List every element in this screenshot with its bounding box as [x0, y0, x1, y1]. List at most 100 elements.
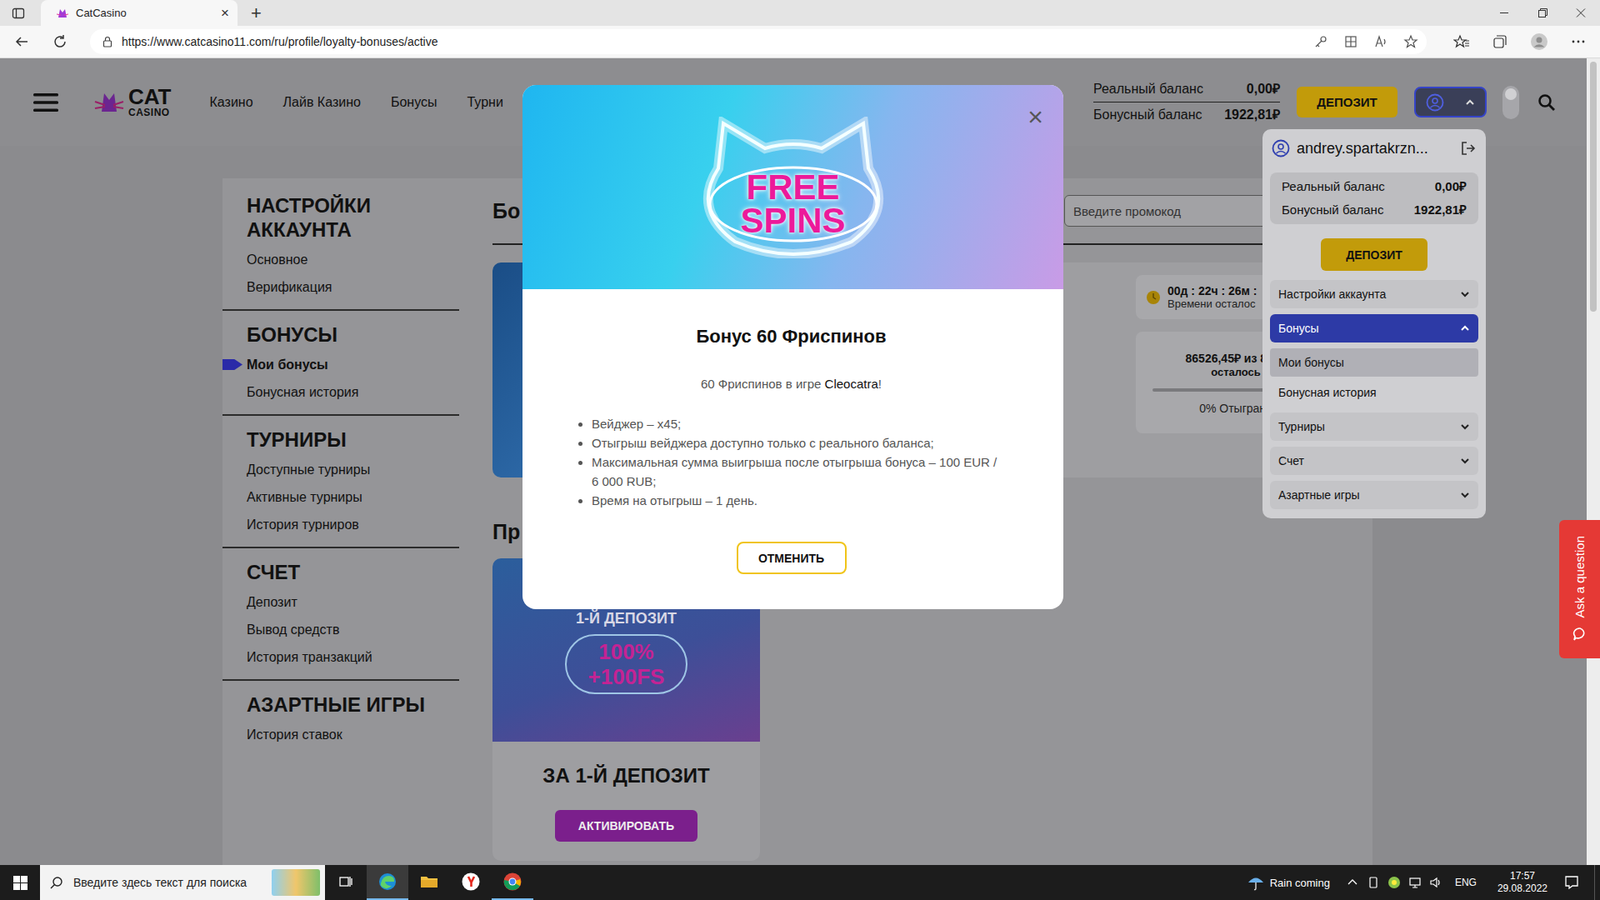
sidebar-item[interactable]: Бонусная история [246, 378, 460, 406]
sidebar-item[interactable]: История транзакций [246, 643, 460, 671]
free-spins-text: FREESPINS [685, 170, 902, 238]
tab-close-button[interactable]: × [220, 5, 230, 20]
umbrella-icon [1246, 873, 1265, 892]
modal-intro: 60 Фриспинов в игре Cleocatra! [700, 375, 882, 393]
timer-label: Времени осталос [1167, 297, 1258, 310]
tray-app-icon[interactable] [1366, 875, 1380, 890]
search-icon[interactable] [1537, 93, 1556, 112]
sidebar-item[interactable]: История турниров [246, 510, 460, 539]
dropdown-submenu: Мои бонусыБонусная история [1270, 348, 1479, 407]
taskbar-app[interactable] [450, 865, 492, 900]
activate-button[interactable]: АКТИВИРОВАТЬ [555, 810, 698, 842]
url-text: https://www.catcasino11.com/ru/profile/l… [121, 35, 438, 49]
taskbar-search[interactable]: Введите здесь текст для поиска [40, 865, 325, 900]
show-hidden-icons-icon[interactable] [1345, 875, 1360, 890]
nav-item[interactable]: Лайв Казино [283, 95, 361, 110]
nav-item[interactable]: Казино [210, 95, 254, 110]
task-view-button[interactable] [325, 865, 367, 900]
taskbar-app[interactable] [408, 865, 450, 900]
refresh-icon[interactable] [51, 33, 69, 50]
url-field[interactable]: https://www.catcasino11.com/ru/profile/l… [90, 29, 1427, 55]
network-icon[interactable] [1408, 875, 1422, 890]
modal-body: Бонус 60 Фриспинов60 Фриспинов в игре Cl… [522, 289, 1064, 610]
dropdown-submenu-item[interactable]: Бонусная история [1270, 378, 1479, 407]
tab-actions-icon[interactable] [11, 6, 25, 20]
taskbar-app[interactable] [491, 865, 534, 900]
lock-icon [101, 35, 114, 48]
nav-item[interactable]: Бонусы [390, 95, 438, 110]
sidebar-item-label: Вывод средств [246, 615, 340, 644]
promo-code-input[interactable]: Введите промокод [1064, 195, 1281, 227]
offer-banner-badge: 100%+100FS [565, 634, 689, 695]
offer-banner-text: +100FS [588, 664, 665, 690]
collections-icon[interactable] [1491, 33, 1509, 50]
start-button[interactable] [0, 865, 40, 900]
browser-tab[interactable]: CatCasino× [40, 0, 238, 26]
sidebar-item-label: Верификация [246, 273, 333, 301]
close-window-icon[interactable] [1561, 0, 1600, 26]
sidebar-item[interactable]: Основное [246, 245, 460, 274]
menu-item-label: Турниры [1278, 420, 1325, 434]
ask-question-tab[interactable]: Ask a question [1559, 520, 1600, 659]
favorites-icon[interactable] [1453, 33, 1470, 50]
cat-favicon-icon [55, 6, 70, 20]
user-menu-button[interactable] [1414, 86, 1487, 118]
dropdown-menu-item[interactable]: Бонусы [1270, 314, 1479, 343]
chat-icon [1571, 625, 1589, 643]
browser-tab-bar: CatCasino× + [0, 0, 1600, 26]
sidebar-item[interactable]: Депозит [246, 588, 460, 616]
logo-title: CAT [128, 86, 172, 107]
restore-icon[interactable] [1523, 0, 1562, 26]
back-arrow-icon[interactable] [13, 33, 30, 50]
tray-status-icon[interactable] [1387, 875, 1401, 890]
bonus-modal: FREESPINS × Бонус 60 Фриспинов60 Фриспинов… [522, 85, 1064, 610]
favorite-add-icon[interactable] [1403, 34, 1419, 50]
notifications-icon[interactable] [1563, 874, 1580, 891]
key-icon[interactable] [1313, 34, 1329, 50]
cancel-button[interactable]: ОТМЕНИТЬ [736, 541, 847, 575]
new-tab-button[interactable]: + [250, 4, 262, 23]
dropdown-menu-item[interactable]: Настройки аккаунта [1270, 280, 1479, 309]
sidebar-item[interactable]: Вывод средств [246, 615, 460, 644]
nav-item[interactable]: Турни [466, 95, 503, 110]
dropdown-menu-item[interactable]: Счет [1270, 446, 1479, 475]
dropdown-menu-item[interactable]: Турниры [1270, 412, 1479, 441]
more-icon[interactable] [1570, 33, 1587, 50]
scroll-thumb[interactable] [1590, 61, 1597, 312]
deposit-button[interactable]: ДЕПОЗИТ [1296, 86, 1398, 118]
sidebar-item[interactable]: Верификация [246, 273, 460, 301]
minimize-icon[interactable] [1485, 0, 1524, 26]
sidebar-section: ТУРНИРЫДоступные турнирыАктивные турниры… [222, 415, 460, 549]
free-spins-badge: FREESPINS [685, 116, 902, 259]
tab-title: CatCasino [75, 6, 221, 20]
modal-close-button[interactable]: × [1027, 103, 1044, 130]
edge-icon [377, 871, 398, 892]
logout-icon[interactable] [1460, 140, 1477, 157]
menu-icon[interactable] [33, 92, 59, 113]
logo[interactable]: CATCASINO [93, 86, 172, 119]
scrollbar[interactable] [1586, 58, 1600, 865]
dropdown-menu: Настройки аккаунта Бонусы Мои бонусыБонусн… [1270, 280, 1479, 510]
language-indicator[interactable]: ENG [1455, 876, 1477, 889]
dropdown-menu-item[interactable]: Азартные игры [1270, 480, 1479, 510]
taskbar-app[interactable] [366, 865, 409, 900]
show-desktop-button[interactable] [1594, 865, 1600, 900]
weather-widget[interactable]: Rain coming [1246, 873, 1330, 892]
profile-avatar-icon[interactable] [1530, 32, 1549, 51]
header-account: Реальный баланс0,00₽Бонусный баланс1922,… [1093, 76, 1556, 128]
banner-text-line: SPINS [740, 204, 845, 238]
volume-icon[interactable] [1429, 875, 1443, 890]
theme-toggle[interactable] [1502, 85, 1520, 120]
sidebar-heading: СЧЕТ [246, 560, 460, 585]
sidebar-item[interactable]: История ставок [246, 720, 460, 749]
read-aloud-icon[interactable] [1373, 34, 1389, 50]
apps-icon[interactable] [1343, 34, 1359, 50]
sidebar-section: АЗАРТНЫЕ ИГРЫИстория ставок [222, 680, 460, 757]
clock[interactable]: 17:5729.08.2022 [1497, 870, 1548, 895]
dropdown-submenu-item[interactable]: Мои бонусы [1270, 348, 1479, 377]
sidebar-item[interactable]: Доступные турниры [246, 455, 460, 484]
dropdown-deposit-button[interactable]: ДЕПОЗИТ [1320, 238, 1428, 271]
offer-banner-caption: 1-Й ДЕПОЗИТ [575, 610, 677, 628]
sidebar-item[interactable]: Активные турниры [246, 483, 460, 511]
sidebar-item[interactable]: Мои бонусы [246, 350, 460, 379]
